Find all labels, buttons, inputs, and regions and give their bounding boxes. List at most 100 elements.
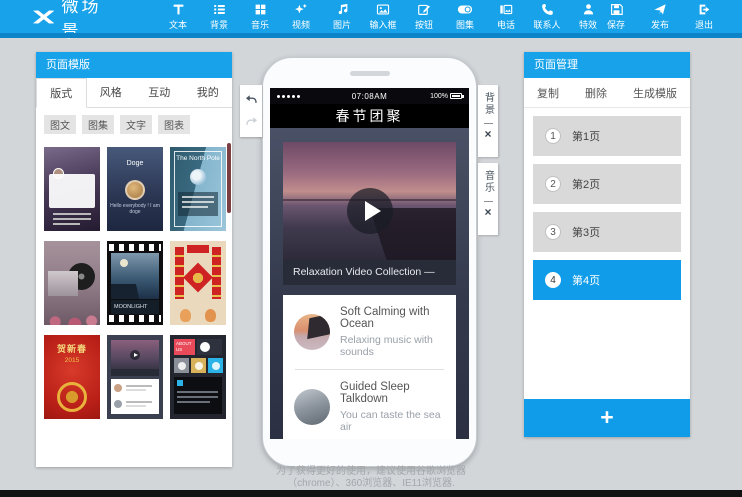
copy-page-button[interactable]: 复制 — [537, 85, 559, 101]
video-poster — [283, 142, 456, 260]
save-button[interactable]: 保存 — [602, 3, 630, 31]
toolbar-item-label: 文本 — [169, 18, 187, 31]
template-title: The North Pole — [170, 155, 226, 162]
mini-video — [111, 340, 159, 369]
toolbar-item-phone-component[interactable]: 电话 — [492, 3, 520, 31]
toolbar-item-label: 按钮 — [415, 18, 433, 31]
page-row-2[interactable]: 2 第2页 — [533, 164, 681, 204]
chip-gallery[interactable]: 图集 — [82, 115, 114, 134]
playlist-subtitle: You can taste the sea air — [340, 409, 445, 433]
page-row-3[interactable]: 3 第3页 — [533, 212, 681, 252]
toolbar-item-button[interactable]: 按钮 — [410, 3, 438, 31]
chip-text[interactable]: 文字 — [120, 115, 152, 134]
music-note-icon — [336, 3, 349, 16]
text-line — [53, 218, 91, 220]
toolbar-item-label: 输入框 — [369, 18, 396, 31]
template-thumbnail-new-year-paper[interactable] — [170, 241, 226, 325]
couplet-banner — [175, 247, 184, 299]
toolbar-item-video[interactable]: 视频 — [287, 3, 315, 31]
template-panel: 页面模版 版式 风格 互动 我的 图文 图集 文字 图表 Doge He — [36, 52, 232, 467]
redo-icon — [245, 116, 258, 128]
tab-mine[interactable]: 我的 — [184, 78, 233, 107]
night-scene — [111, 253, 159, 299]
toolbar-item-music[interactable]: 音乐 — [246, 3, 274, 31]
couplet-banner — [212, 247, 221, 299]
page-label: 第1页 — [572, 128, 600, 144]
page-row-4[interactable]: 4 第4页 — [533, 260, 681, 300]
tile — [208, 358, 223, 373]
text-box — [178, 192, 218, 216]
page-number-badge: 1 — [545, 128, 561, 144]
video-caption: Relaxation Video Collection — — [283, 260, 456, 285]
publish-button[interactable]: 发布 — [646, 3, 674, 31]
side-tab-label: 音乐 — [481, 170, 496, 194]
toolbar-item-effects[interactable]: 特效 — [574, 3, 602, 31]
generate-template-button[interactable]: 生成模版 — [633, 85, 677, 101]
template-thumbnail-moonlight[interactable]: MOONLIGHT — [107, 241, 163, 325]
playlist-title: Guided Sleep Talkdown — [340, 381, 445, 405]
figure — [180, 309, 191, 322]
page-content: Relaxation Video Collection — Soft Calmi… — [270, 128, 469, 439]
video-component[interactable]: Relaxation Video Collection — — [283, 142, 456, 285]
chip-chart[interactable]: 图表 — [158, 115, 190, 134]
page-manager-title: 页面管理 — [524, 52, 690, 78]
text-icon — [172, 3, 185, 16]
toolbar-item-label: 电话 — [497, 18, 515, 31]
exit-button[interactable]: 退出 — [690, 3, 718, 31]
template-thumbnail-north-pole[interactable]: The North Pole — [170, 147, 226, 231]
page-row-1[interactable]: 1 第1页 — [533, 116, 681, 156]
template-thumbnail-relaxation[interactable] — [107, 335, 163, 419]
toolbar-actions: 保存 发布 退出 — [602, 3, 718, 31]
chip-image-text[interactable]: 图文 — [44, 115, 76, 134]
sparkle-icon — [294, 3, 308, 16]
footer-line: 为了获得更好的使用，建议使用谷歌浏览器 — [0, 466, 742, 478]
toolbar-item-image[interactable]: 图片 — [328, 3, 356, 31]
template-thumbnail-about-tiles[interactable]: ABOUT US — [170, 335, 226, 419]
signal-dots-icon — [277, 95, 317, 98]
toolbar-item-input-box[interactable]: 输入框 — [369, 3, 397, 31]
toolbar-item-contacts[interactable]: 联系人 — [533, 3, 561, 31]
toolbar-item-label: 发布 — [651, 18, 669, 31]
toolbar-item-background[interactable]: 背景 — [205, 3, 233, 31]
list-icon — [213, 3, 226, 16]
page-label: 第3页 — [572, 224, 600, 240]
side-tab-music[interactable]: 音乐 × — [478, 163, 498, 235]
toolbar-item-label: 视频 — [292, 18, 310, 31]
phone-icon — [200, 342, 210, 352]
page-title[interactable]: 春节团聚 — [270, 104, 469, 128]
footer-line: （chrome）、360浏览器、IE11浏览器. — [0, 478, 742, 490]
toolbar-item-gallery[interactable]: 图集 — [451, 3, 479, 31]
template-thumbnail-vinyl[interactable] — [44, 241, 100, 325]
delete-page-button[interactable]: 删除 — [585, 85, 607, 101]
side-tab-background[interactable]: 背景 × — [478, 85, 498, 157]
template-caption: Hello everybody ! I am doge — [107, 203, 163, 215]
add-page-button[interactable]: + — [524, 399, 690, 437]
template-scrollbar[interactable] — [227, 143, 231, 213]
mini-caption — [111, 369, 159, 376]
template-thumbnail-profile-card[interactable] — [44, 147, 100, 231]
playlist-card: Soft Calming with Ocean Relaxing music w… — [283, 295, 456, 439]
page-number-badge: 3 — [545, 224, 561, 240]
grid-icon — [254, 3, 267, 16]
toolbar-item-text[interactable]: 文本 — [164, 3, 192, 31]
side-tab-label: 背景 — [481, 92, 496, 116]
play-button[interactable] — [347, 188, 393, 234]
undo-button[interactable] — [245, 94, 258, 106]
close-icon[interactable]: × — [484, 206, 491, 218]
template-thumbnail-doge[interactable]: Doge Hello everybody ! I am doge — [107, 147, 163, 231]
toolbar-item-label: 背景 — [210, 18, 228, 31]
film-holes — [109, 244, 161, 251]
logo-x-icon — [33, 9, 54, 25]
status-bar: 07:08AM 100% — [270, 88, 469, 104]
playlist-item[interactable]: Soft Calming with Ocean Relaxing music w… — [283, 297, 456, 367]
tab-style[interactable]: 风格 — [87, 78, 136, 107]
tab-layout[interactable]: 版式 — [36, 78, 87, 108]
publish-icon — [653, 3, 667, 16]
close-icon[interactable]: × — [484, 128, 491, 140]
redo-button[interactable] — [245, 116, 258, 128]
tab-interactive[interactable]: 互动 — [135, 78, 184, 107]
template-thumbnail-new-year-red[interactable]: 贺新春 2015 — [44, 335, 100, 419]
template-title: Doge — [107, 160, 163, 167]
playlist-item[interactable]: Guided Sleep Talkdown You can taste the … — [283, 372, 456, 439]
page-label: 第4页 — [572, 272, 600, 288]
